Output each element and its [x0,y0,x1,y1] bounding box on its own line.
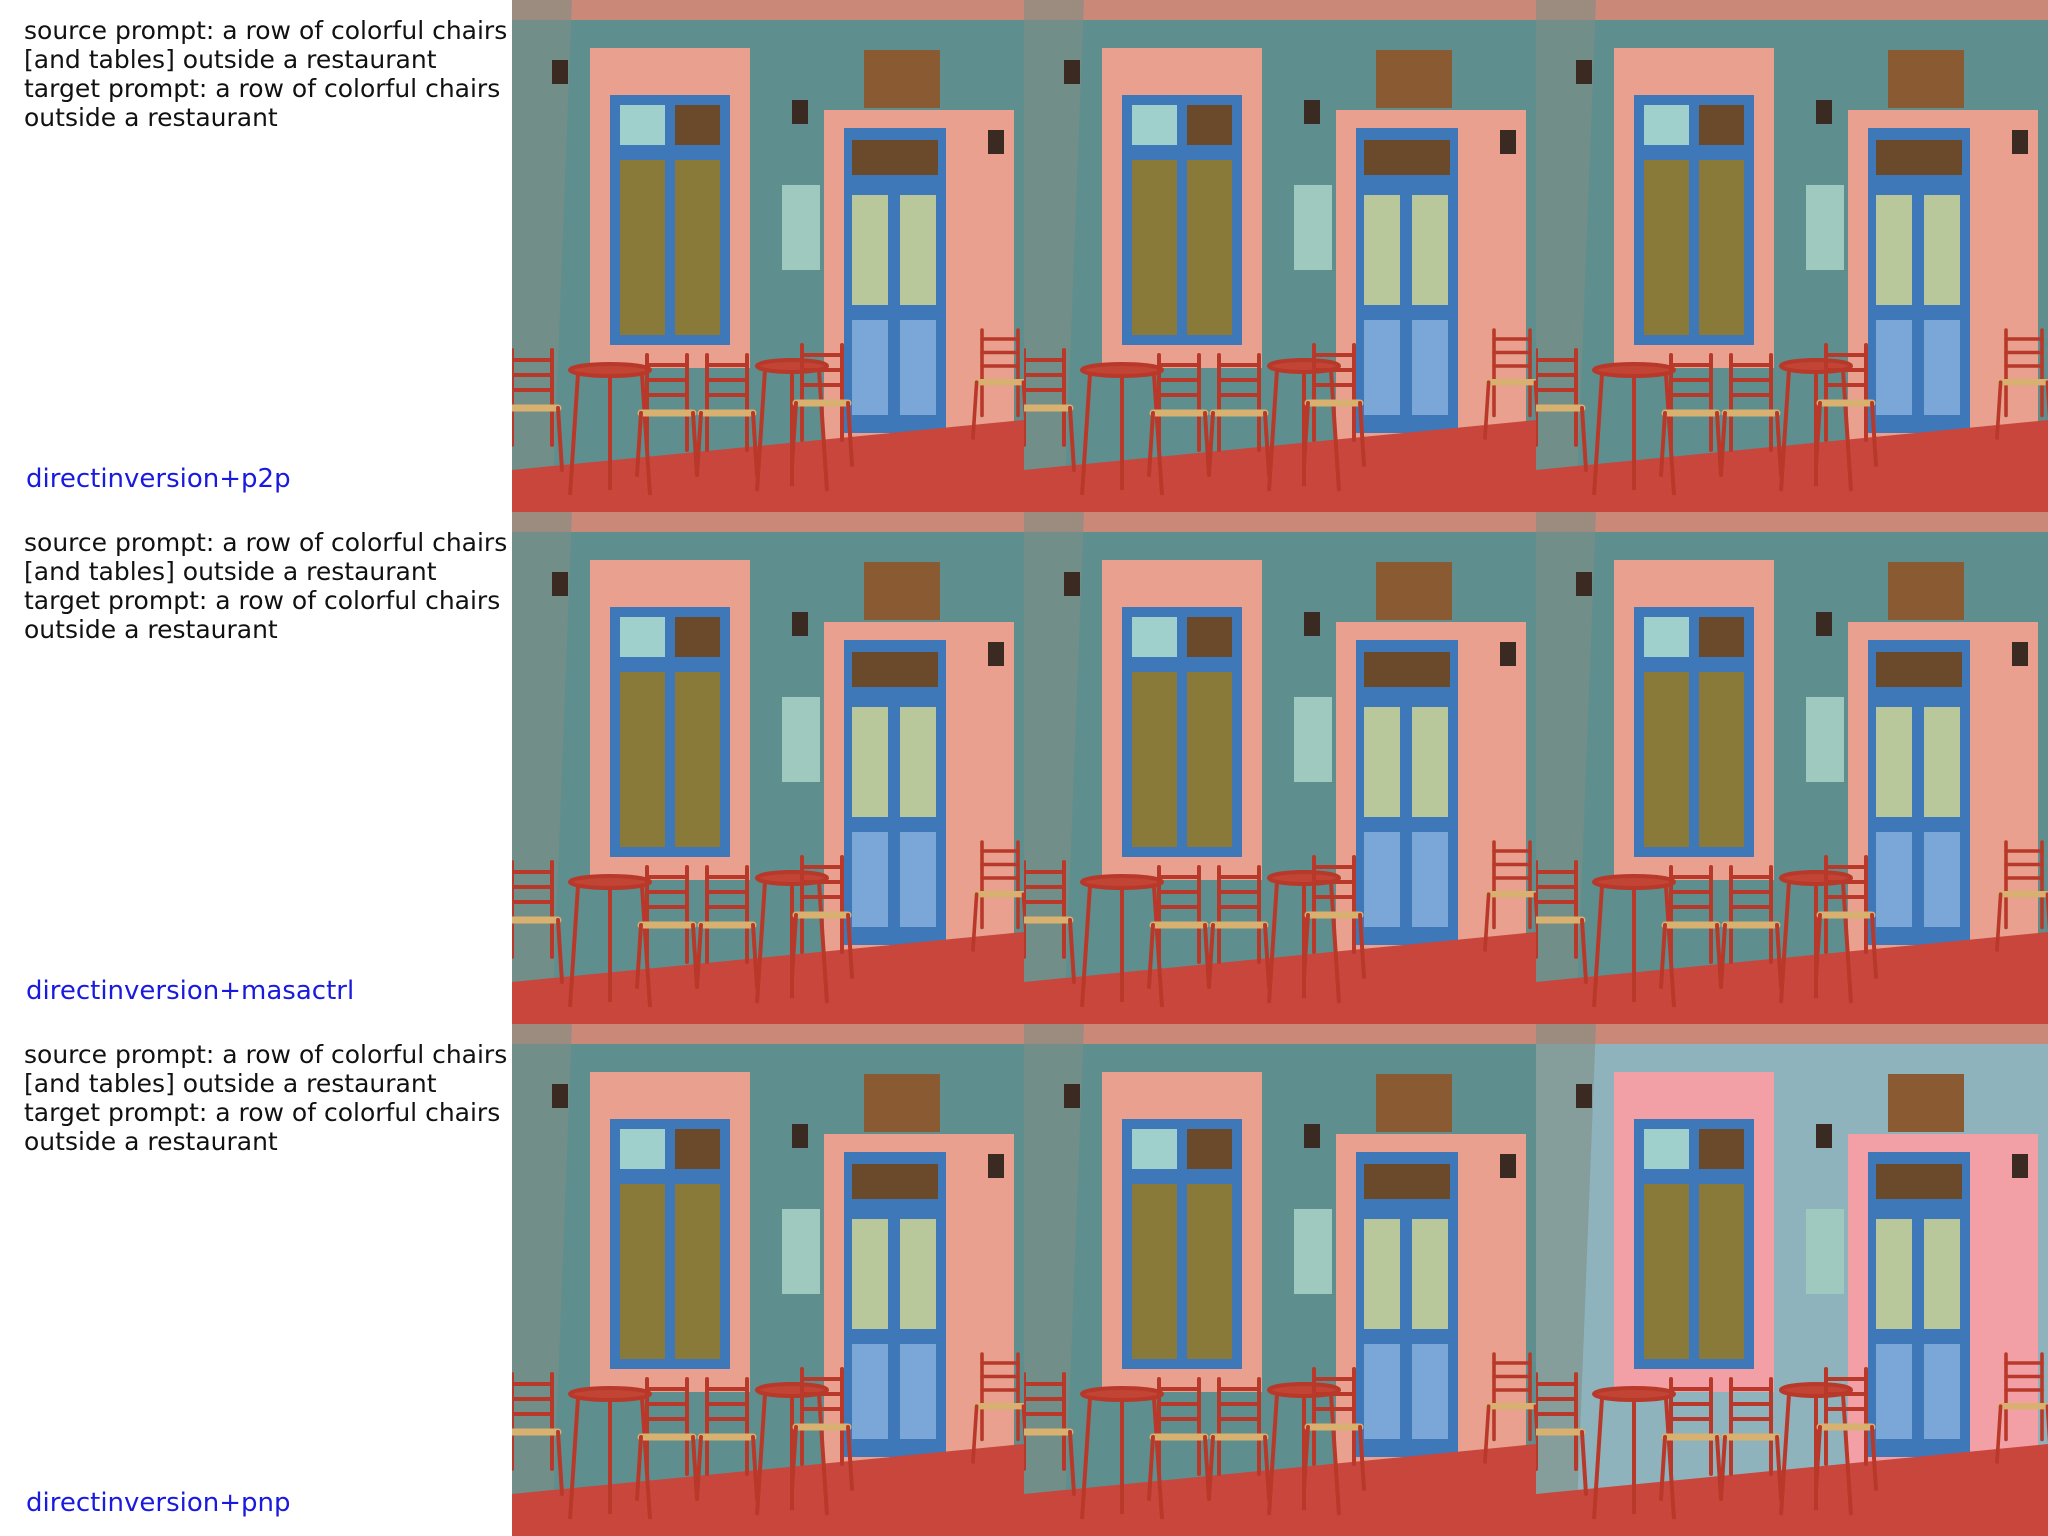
restaurant-facade-image [512,0,1024,512]
source-prompt: source prompt: a row of colorful chairs … [24,528,508,586]
target-prompt: target prompt: a row of colorful chairs … [24,586,501,644]
inverted-image [1024,0,1536,512]
restaurant-facade-image [1536,0,2048,512]
restaurant-facade-image [1536,512,2048,1024]
inverted-image [1024,1024,1536,1536]
source-prompt: source prompt: a row of colorful chairs … [24,1040,508,1098]
restaurant-facade-image [1024,1024,1536,1536]
restaurant-facade-image [1024,512,1536,1024]
restaurant-facade-image [512,1024,1024,1536]
result-row: source prompt: a row of colorful chairs … [0,0,2048,512]
edited-image [1536,0,2048,512]
method-label: directinversion+pnp [26,1488,291,1518]
source-image [512,0,1024,512]
prompt-caption: source prompt: a row of colorful chairs … [24,528,514,644]
source-prompt: source prompt: a row of colorful chairs … [24,16,508,74]
result-row: source prompt: a row of colorful chairs … [0,1024,2048,1536]
source-image [512,1024,1024,1536]
source-image [512,512,1024,1024]
prompt-caption: source prompt: a row of colorful chairs … [24,16,514,132]
restaurant-facade-image [512,512,1024,1024]
method-label: directinversion+masactrl [26,976,355,1006]
result-row: source prompt: a row of colorful chairs … [0,512,2048,1024]
edited-image [1536,512,2048,1024]
target-prompt: target prompt: a row of colorful chairs … [24,74,501,132]
restaurant-facade-image [1536,1024,2048,1536]
edited-image [1536,1024,2048,1536]
target-prompt: target prompt: a row of colorful chairs … [24,1098,501,1156]
method-label: directinversion+p2p [26,464,291,494]
inverted-image [1024,512,1536,1024]
prompt-caption: source prompt: a row of colorful chairs … [24,1040,514,1156]
restaurant-facade-image [1024,0,1536,512]
